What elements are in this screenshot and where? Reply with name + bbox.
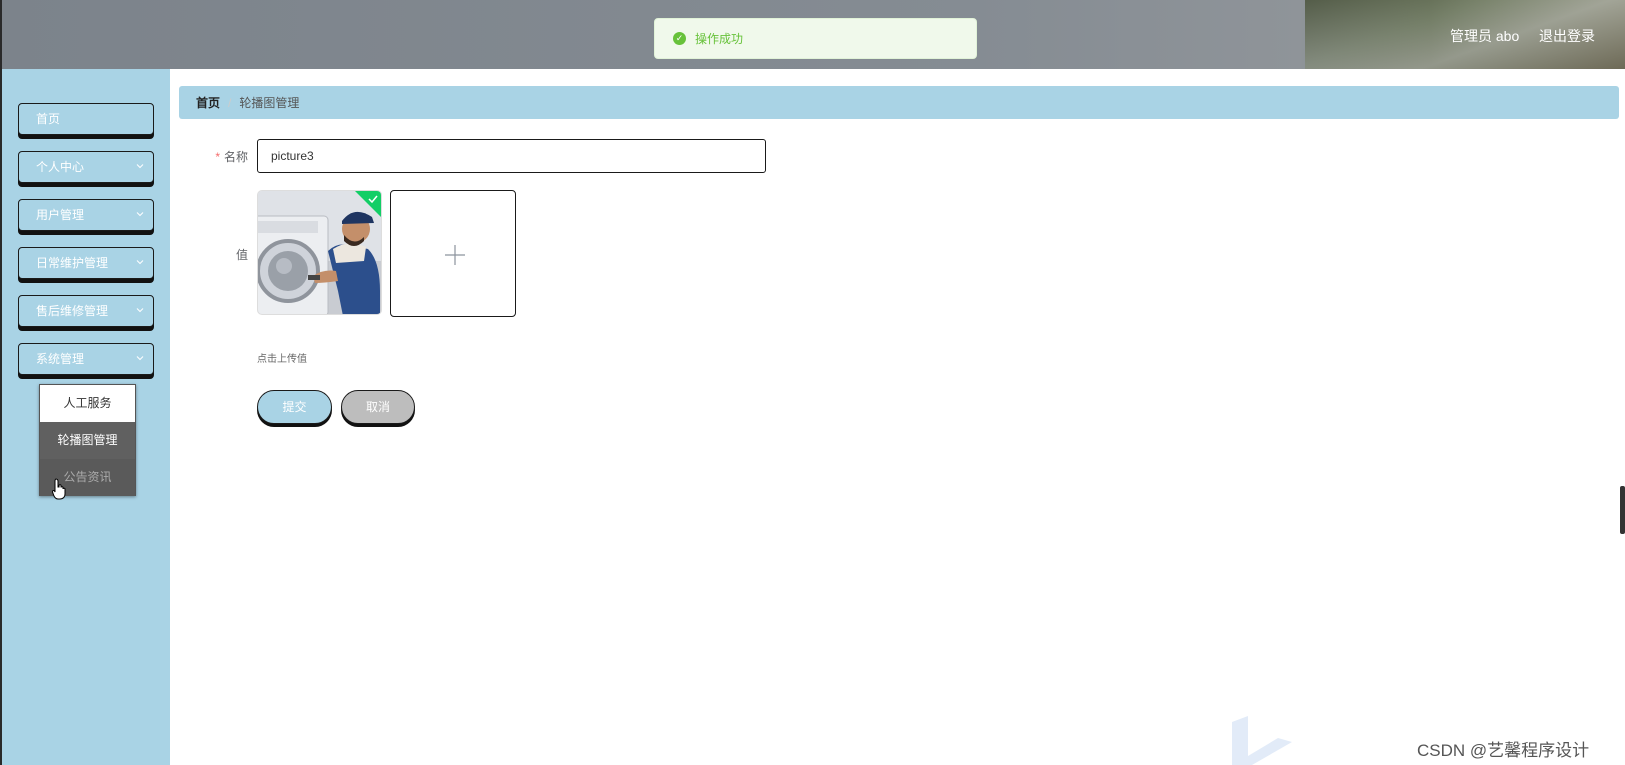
sidebar-item-label: 日常维护管理 [36,256,109,270]
toast-message: 操作成功 [695,32,744,46]
logout-link[interactable]: 退出登录 [1539,26,1595,46]
chevron-down-icon [136,308,144,313]
submit-button[interactable]: 提交 [257,390,332,424]
cancel-button[interactable]: 取消 [341,390,415,424]
watermark-logo-icon [1232,716,1292,765]
sidebar-item-daily-maintenance[interactable]: 日常维护管理 [18,247,154,279]
sidebar-item-user-management[interactable]: 用户管理 [18,199,154,231]
breadcrumb-home-link[interactable]: 首页 [196,94,220,111]
breadcrumb: 首页 / 轮播图管理 [179,86,1619,119]
upload-success-check-icon [355,191,381,217]
hand-pointer-cursor-icon [52,478,66,500]
sidebar-item-label: 个人中心 [36,160,85,174]
submenu-item-manual-service[interactable]: 人工服务 [40,385,135,422]
uploaded-image-thumbnail[interactable] [257,190,382,315]
breadcrumb-current: 轮播图管理 [239,96,300,110]
image-upload-button[interactable] [390,190,516,317]
sidebar-item-label: 系统管理 [36,352,85,366]
required-asterisk: * [215,150,220,164]
admin-user-label: 管理员 abo [1450,28,1520,44]
sidebar-item-home[interactable]: 首页 [18,103,154,135]
chevron-down-icon [136,356,144,361]
upload-tip-text: 点击上传值 [257,354,307,365]
name-field-label: * 名称 [212,148,248,165]
name-label-text: 名称 [223,150,248,164]
submenu-item-carousel-management[interactable]: 轮播图管理 [40,422,135,459]
csdn-watermark: CSDN @艺馨程序设计 [1417,741,1590,760]
chevron-down-icon [136,212,144,217]
success-toast: ✓ 操作成功 [654,18,977,59]
plus-icon [445,245,465,265]
chevron-down-icon [136,164,144,169]
chevron-down-icon [136,260,144,265]
sidebar-item-label: 用户管理 [36,208,85,222]
page-scrollbar[interactable] [1620,486,1625,534]
sidebar-item-personal-center[interactable]: 个人中心 [18,151,154,183]
breadcrumb-separator: / [228,95,232,110]
name-input[interactable]: picture3 [257,139,766,173]
sidebar-item-label: 售后维修管理 [36,304,109,318]
sidebar-item-system-management[interactable]: 系统管理 [18,343,154,375]
sidebar-item-label: 首页 [36,112,61,126]
success-check-icon: ✓ [673,32,686,45]
sidebar-item-after-sales[interactable]: 售后维修管理 [18,295,154,327]
value-field-label: 值 [235,248,248,262]
